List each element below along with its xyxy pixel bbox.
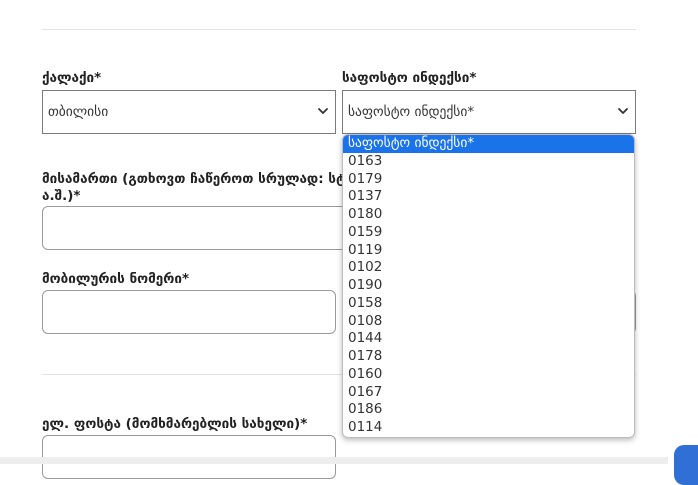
postal-code-option[interactable]: 0179: [343, 171, 634, 189]
postal-code-select[interactable]: საფოსტო ინდექსი*: [342, 90, 636, 134]
postal-code-option[interactable]: 0163: [343, 153, 634, 171]
floating-action-button[interactable]: [674, 445, 698, 485]
postal-code-option[interactable]: 0144: [343, 330, 634, 348]
mobile-number-input[interactable]: [42, 290, 336, 334]
postal-code-option[interactable]: 0119: [343, 242, 634, 260]
postal-code-option[interactable]: 0102: [343, 259, 634, 277]
city-select-value: თბილისი: [48, 104, 109, 120]
city-label: ქალაქი*: [42, 70, 102, 86]
address-label: მისამართი (გთხოვთ ჩაწეროთ სრულად: სტ ა.შ…: [42, 171, 342, 205]
postal-code-option[interactable]: 0158: [343, 295, 634, 313]
postal-code-option[interactable]: 0186: [343, 401, 634, 419]
mobile-number-label: მობილურის ნომერი*: [42, 271, 190, 287]
postal-code-option[interactable]: 0114: [343, 419, 634, 437]
postal-code-dropdown[interactable]: საფოსტო ინდექსი* 0163 0179 0137 0180 0159 0119…: [342, 134, 635, 438]
section-divider-top: [42, 29, 636, 30]
postal-code-option[interactable]: 0178: [343, 348, 634, 366]
postal-code-option[interactable]: საფოსტო ინდექსი*: [343, 135, 634, 153]
postal-code-option[interactable]: 0159: [343, 224, 634, 242]
city-select[interactable]: თბილისი: [42, 90, 336, 134]
postal-code-option[interactable]: 0160: [343, 366, 634, 384]
horizontal-scrollbar[interactable]: [0, 457, 668, 464]
postal-code-option[interactable]: 0190: [343, 277, 634, 295]
postal-code-option[interactable]: 0108: [343, 313, 634, 331]
postal-code-option[interactable]: 0137: [343, 188, 634, 206]
chevron-down-icon: [318, 108, 328, 114]
email-label: ელ. ფოსტა (მომხმარებლის სახელი)*: [42, 416, 308, 432]
chevron-down-icon: [618, 108, 628, 114]
postal-code-options: საფოსტო ინდექსი* 0163 0179 0137 0180 0159 0119…: [343, 135, 634, 437]
address-label-line1: მისამართი (გთხოვთ ჩაწეროთ სრულად: სტ: [42, 171, 342, 187]
postal-code-select-value: საფოსტო ინდექსი*: [348, 104, 475, 120]
postal-code-label: საფოსტო ინდექსი*: [342, 70, 477, 86]
postal-code-option[interactable]: 0180: [343, 206, 634, 224]
address-label-line2: ა.შ.)*: [42, 188, 81, 204]
postal-code-option[interactable]: 0167: [343, 384, 634, 402]
